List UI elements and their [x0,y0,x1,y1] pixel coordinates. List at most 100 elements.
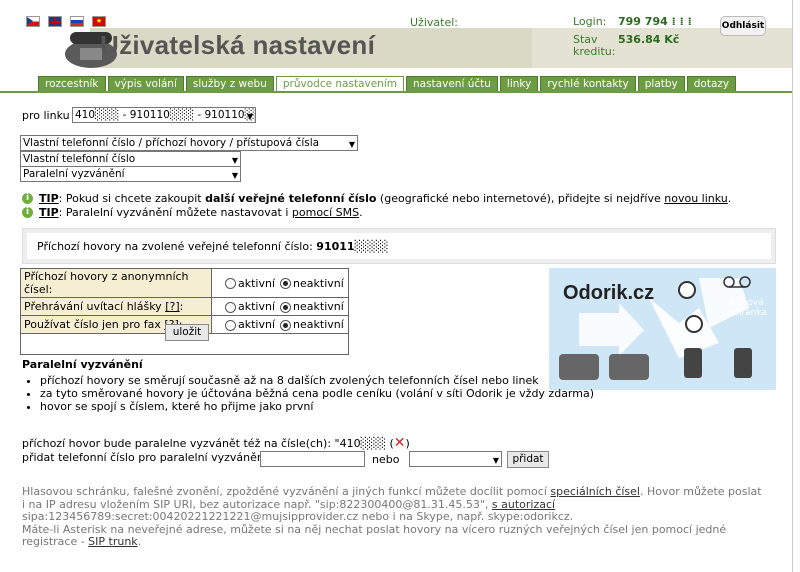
feature-select[interactable]: Paralelní vyzvánění ▼ [20,166,241,182]
tip-bold: další veřejné telefonní číslo [205,192,377,205]
tab-vypis-volani[interactable]: výpis volání [107,76,184,92]
add-parallel-label: přidat telefonní číslo pro paralelní vyz… [22,451,271,464]
tip-label: TIP [39,192,59,205]
current-value: "410░░░ [334,437,386,450]
tip-text: . [727,192,732,205]
row-label: Příchozí hovory z anonymních čísel: [24,270,189,296]
incoming-number-box: Příchozí hovory na zvolené veřejné telef… [22,228,776,264]
parallel-current: příchozí hovor bude paralelne vyzvánět t… [22,435,410,451]
greeting-inactive-radio[interactable] [280,301,292,313]
header: ★ Uživatelská nastavení Uživatel: Login:… [0,0,792,76]
list-item: hovor se spojí s číslem, které ho přijme… [40,400,594,413]
incoming-number: 91011░░░░ [316,240,389,253]
line-select-value: 410░░░ - 910110░░░ - 910110░░░ [75,109,256,121]
add-button[interactable]: přidat [507,451,549,468]
anonymous-active-radio[interactable] [225,278,236,289]
tip-text: : Paralelní vyzvánění můžete nastavovat … [58,206,292,219]
tip-1: i TIP: Pokud si chcete zakoupit další ve… [22,192,731,205]
chevron-down-icon: ▼ [246,112,253,121]
help-link[interactable]: [?] [165,300,179,313]
table-row: Přehrávání uvítací hlášky [?]: aktivní ne… [20,297,349,316]
tab-sluzby-z-webu[interactable]: služby z webu [185,76,274,92]
category-select-value: Vlastní telefonní číslo / příchozí hovor… [23,137,320,149]
credit-label: Stav kreditu: [573,33,616,58]
row-label: Přehrávání uvítací hlášky [24,300,162,313]
anonymous-calls-radios: aktivní neaktivní [211,268,349,298]
logout-button[interactable]: Odhlásit [720,16,766,36]
row-label: Používat číslo jen pro fax [24,318,161,331]
user-label: Uživatel: [410,16,458,29]
parallel-heading: Paralelní vyzvánění [22,358,143,371]
greeting-active-radio[interactable] [225,301,236,313]
promo-banner[interactable]: Odorik.cz hlasová schránka [549,268,776,390]
add-number-input[interactable] [260,451,365,467]
account-info: Login: 799 794 ⁞ ⁞ ⁞ Stav kreditu: 536.84 … [573,16,692,58]
category-select[interactable]: Vlastní telefonní číslo / příchozí hovor… [20,135,358,151]
tip-text: (geografické nebo internetové), přidejte… [376,192,665,205]
incoming-label: Příchozí hovory na zvolené veřejné telef… [37,240,313,253]
line-select[interactable]: 410░░░ - 910110░░░ - 910110░░░ ▼ [72,107,256,123]
tab-nastaveni-uctu[interactable]: nastavení účtu [406,76,498,92]
parallel-info-list: příchozí hovory se směrují současně až n… [22,374,594,413]
fax-radios: aktivní neaktivní [211,315,349,334]
tab-linky[interactable]: linky [499,76,539,92]
tip-text: : Pokud si chcete zakoupit [58,192,206,205]
greeting-label: Přehrávání uvítací hlášky [?]: [20,297,212,316]
line-label: pro linku [22,109,70,122]
flag-cz-icon[interactable] [26,16,40,27]
save-button[interactable]: uložit [165,324,209,341]
new-line-link[interactable]: novou linku [664,192,728,205]
help-text: Hlasovou schránku, falešné zvonění, zpož… [22,485,767,549]
or-label: nebo [372,453,400,466]
nav-underline [0,91,792,93]
tip-2: i TIP: Paralelní vyzvánění můžete nastav… [22,206,363,219]
info-icon: i [22,207,33,218]
anonymous-calls-label: Příchozí hovory z anonymních čísel: [20,268,212,298]
subcategory-select[interactable]: Vlastní telefonní číslo ▼ [20,151,241,167]
page: ★ Uživatelská nastavení Uživatel: Login:… [0,0,793,572]
help-text-part: sipa:123456789:secret:00420221221221@muj… [22,510,574,523]
page-title: Uživatelská nastavení [100,30,376,60]
chevron-down-icon: ▼ [492,456,499,465]
tab-dotazy[interactable]: dotazy [686,76,737,92]
tab-platby[interactable]: platby [637,76,685,92]
login-label: Login: [573,15,607,28]
main-nav: rozcestník výpis volání služby z webu pr… [38,76,737,92]
fax-inactive-radio[interactable] [280,319,292,331]
radio-label: neaktivní [293,300,344,313]
tab-rozcestnik[interactable]: rozcestník [38,76,106,92]
anonymous-inactive-radio[interactable] [280,278,292,289]
contact-select[interactable]: ▼ [409,451,502,467]
current-label: příchozí hovor bude paralelne vyzvánět t… [22,437,332,450]
special-numbers-link[interactable]: speciálních čísel [550,485,640,498]
greeting-radios: aktivní neaktivní [211,297,349,316]
radio-label: aktivní [238,276,276,290]
list-item: za tyto směrované hovory je účtována běž… [40,387,594,400]
subcategory-select-value: Vlastní telefonní číslo [23,153,136,165]
radio-label: aktivní [238,318,276,331]
tab-rychle-kontakty[interactable]: rychlé kontakty [540,76,636,92]
radio-label: neaktivní [293,318,344,331]
info-icon: i [22,193,33,204]
list-item: příchozí hovory se směrují současně až n… [40,374,594,387]
help-text-part: Hlasovou schránku, falešné zvonění, zpož… [22,485,551,498]
credit-value: 536.84 Kč [618,33,680,46]
tip-label: TIP [39,206,59,219]
fax-active-radio[interactable] [225,319,236,331]
flag-en-icon[interactable] [48,16,62,27]
delete-icon[interactable]: ✕ [394,435,406,451]
voicemail-label: hlasová schránka [726,298,767,318]
radio-label: neaktivní [293,276,344,290]
radio-label: aktivní [238,300,276,313]
sms-link[interactable]: pomocí SMS [292,206,359,219]
chevron-down-icon: ▼ [348,140,355,149]
options-table: Příchozí hovory z anonymních čísel: akti… [20,268,349,355]
help-text-part: . [137,535,142,548]
login-value: 799 794 ⁞ ⁞ ⁞ [618,15,692,28]
tab-pruvodce-nastavenim[interactable]: průvodce nastavením [275,76,404,92]
promo-logo: Odorik.cz [563,282,655,304]
auth-link[interactable]: s autorizací [492,498,555,511]
feature-select-value: Paralelní vyzvánění [23,168,125,180]
table-row: Příchozí hovory z anonymních čísel: akti… [20,268,349,298]
sip-trunk-link[interactable]: SIP trunk [88,535,138,548]
